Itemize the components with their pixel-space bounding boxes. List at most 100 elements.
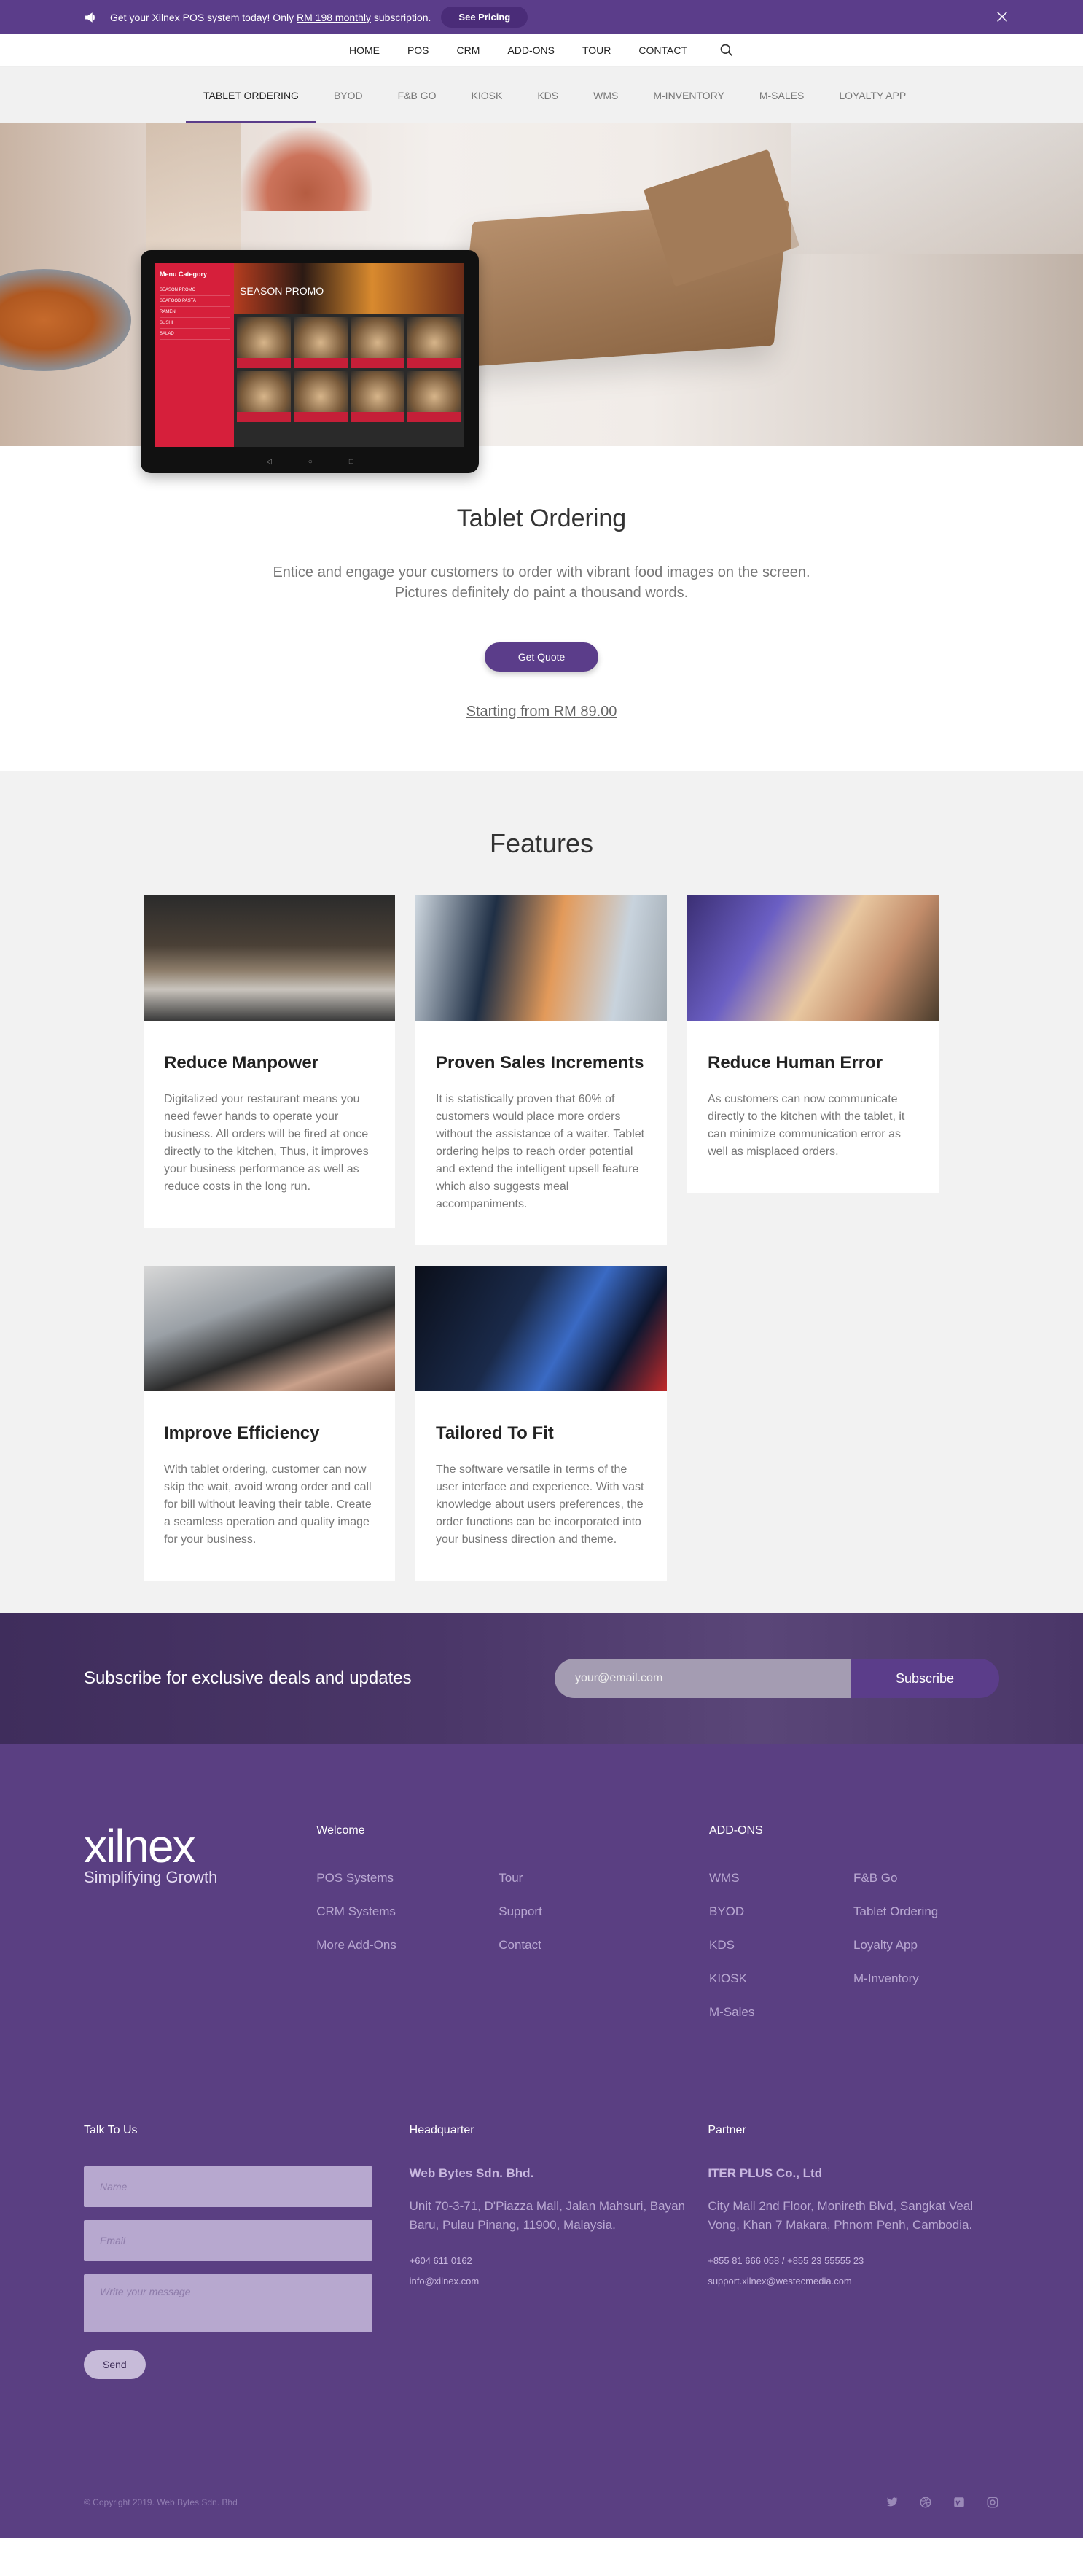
intro-line-1: Entice and engage your customers to orde… <box>273 564 810 580</box>
partner-title: Partner <box>708 2124 746 2136</box>
footer-link-m-sales[interactable]: M-Sales <box>709 2005 853 2020</box>
close-icon[interactable] <box>994 9 1010 25</box>
nav-contact[interactable]: CONTACT <box>638 44 687 56</box>
hq-email[interactable]: info@xilnex.com <box>410 2271 708 2292</box>
feature-card: Proven Sales Increments It is statistica… <box>415 895 667 1245</box>
hero-plate <box>0 269 131 371</box>
footer-link-support[interactable]: Support <box>499 1904 644 1919</box>
subnav-m-sales[interactable]: M-SALES <box>742 67 821 123</box>
feature-image-sales <box>415 895 667 1021</box>
contact-form: Talk To Us Name Email Write your message… <box>84 2124 410 2379</box>
social-links <box>885 2496 999 2509</box>
tablet-food-grid: SEASON PROMO <box>234 263 464 447</box>
nav-tour[interactable]: TOUR <box>582 44 611 56</box>
food-tile <box>237 317 291 368</box>
feature-title: Proven Sales Increments <box>436 1053 644 1073</box>
product-intro: Tablet Ordering Entice and engage your c… <box>0 446 1083 771</box>
main-nav: HOME POS CRM ADD-ONS TOUR CONTACT <box>0 34 1083 67</box>
subscribe-button[interactable]: Subscribe <box>851 1659 999 1698</box>
megaphone-icon <box>85 12 95 23</box>
footer-addons-title: ADD-ONS <box>709 1824 763 1837</box>
tablet-side-item: SALAD <box>160 329 230 340</box>
footer-link-kds[interactable]: KDS <box>709 1938 853 1953</box>
food-tile <box>407 317 461 368</box>
nav-home[interactable]: HOME <box>349 44 380 56</box>
instagram-icon[interactable] <box>986 2496 999 2509</box>
partner-company: ITER PLUS Co., Ltd <box>708 2166 823 2180</box>
feature-image-tablet <box>687 895 939 1021</box>
send-button[interactable]: Send <box>84 2350 146 2379</box>
message-field[interactable]: Write your message <box>84 2274 372 2332</box>
subnav-tablet-ordering[interactable]: TABLET ORDERING <box>186 67 316 123</box>
subscribe-title: Subscribe for exclusive deals and update… <box>84 1668 412 1688</box>
footer-link-fb-go[interactable]: F&B Go <box>853 1871 999 1886</box>
feature-card: Improve Efficiency With tablet ordering,… <box>144 1266 395 1581</box>
subnav-fb-go[interactable]: F&B GO <box>380 67 454 123</box>
subnav-byod[interactable]: BYOD <box>316 67 380 123</box>
vimeo-icon[interactable] <box>953 2496 966 2509</box>
subscribe-banner: Subscribe for exclusive deals and update… <box>0 1613 1083 1744</box>
hq-phone[interactable]: +604 611 0162 <box>410 2251 708 2271</box>
feature-text: The software versatile in terms of the u… <box>436 1463 644 1546</box>
feature-title: Reduce Manpower <box>164 1053 319 1073</box>
tablet-nav-buttons: ◁ ○ □ <box>141 458 479 466</box>
see-pricing-button[interactable]: See Pricing <box>441 7 528 28</box>
footer-link-byod[interactable]: BYOD <box>709 1904 853 1919</box>
tablet-sidebar: Menu Category SEASON PROMO SEAFOOD PASTA… <box>155 263 234 447</box>
subnav-m-inventory[interactable]: M-INVENTORY <box>636 67 742 123</box>
subnav-kds[interactable]: KDS <box>520 67 576 123</box>
twitter-icon[interactable] <box>885 2496 899 2509</box>
footer: xilnex Simplifying Growth Welcome POS Sy… <box>0 1744 1083 2538</box>
partner-info: Partner ITER PLUS Co., Ltd City Mall 2nd… <box>708 2124 999 2379</box>
footer-link-kiosk[interactable]: KIOSK <box>709 1972 853 1986</box>
footer-link-contact[interactable]: Contact <box>499 1938 644 1953</box>
footer-link-crm-systems[interactable]: CRM Systems <box>316 1904 499 1919</box>
feature-text: With tablet ordering, customer can now s… <box>164 1463 372 1546</box>
footer-addons: ADD-ONS WMS F&B Go BYOD Tablet Ordering … <box>709 1824 999 2020</box>
footer-link-tour[interactable]: Tour <box>499 1871 644 1886</box>
email-field[interactable]: Email <box>84 2220 372 2261</box>
headquarter-info: Headquarter Web Bytes Sdn. Bhd. Unit 70-… <box>410 2124 708 2379</box>
food-tile <box>237 371 291 422</box>
subnav-kiosk[interactable]: KIOSK <box>454 67 520 123</box>
footer-link-more-add-ons[interactable]: More Add-Ons <box>316 1938 499 1953</box>
footer-link-tablet-ordering[interactable]: Tablet Ordering <box>853 1904 999 1919</box>
promo-price-link[interactable]: RM 198 monthly <box>297 12 371 23</box>
features-title: Features <box>489 828 594 858</box>
search-icon[interactable] <box>719 43 734 58</box>
footer-link-m-inventory[interactable]: M-Inventory <box>853 1972 999 1986</box>
feature-title: Tailored To Fit <box>436 1423 554 1443</box>
partner-phone[interactable]: +855 81 666 058 / +855 23 55555 23 <box>708 2251 999 2271</box>
get-quote-button[interactable]: Get Quote <box>484 642 599 672</box>
tablet-screen: Menu Category SEASON PROMO SEAFOOD PASTA… <box>155 263 464 447</box>
feature-card: Reduce Manpower Digitalized your restaur… <box>144 895 395 1228</box>
footer-welcome-title: Welcome <box>316 1824 365 1837</box>
feature-text: Digitalized your restaurant means you ne… <box>164 1093 369 1193</box>
partner-email[interactable]: support.xilnex@westecmedia.com <box>708 2271 999 2292</box>
footer-link-loyalty-app[interactable]: Loyalty App <box>853 1938 999 1953</box>
footer-link-wms[interactable]: WMS <box>709 1871 853 1886</box>
feature-image-computer <box>415 1266 667 1391</box>
promo-text: Get your Xilnex POS system today! Only R… <box>110 11 431 23</box>
starting-price-link[interactable]: Starting from RM 89.00 <box>0 704 1083 720</box>
tablet-side-item: SEAFOOD PASTA <box>160 296 230 307</box>
subscribe-email-input[interactable]: your@email.com <box>555 1659 851 1698</box>
dribbble-icon[interactable] <box>919 2496 932 2509</box>
hero-utensils <box>241 123 372 211</box>
subnav-loyalty-app[interactable]: LOYALTY APP <box>821 67 923 123</box>
partner-address: City Mall 2nd Floor, Monireth Blvd, Sang… <box>708 2199 974 2232</box>
food-tile <box>351 317 404 368</box>
footer-link-pos-systems[interactable]: POS Systems <box>316 1871 499 1886</box>
home-icon: ○ <box>308 458 313 466</box>
nav-crm[interactable]: CRM <box>457 44 480 56</box>
tablet-promo-banner: SEASON PROMO <box>234 263 464 314</box>
tablet-device: Menu Category SEASON PROMO SEAFOOD PASTA… <box>141 250 479 473</box>
name-field[interactable]: Name <box>84 2166 372 2207</box>
xilnex-logo[interactable]: xilnex Simplifying Growth <box>84 1823 316 2020</box>
copyright: © Copyright 2019. Web Bytes Sdn. Bhd <box>84 2497 238 2507</box>
feature-title: Improve Efficiency <box>164 1423 320 1443</box>
nav-add-ons[interactable]: ADD-ONS <box>507 44 555 56</box>
nav-pos[interactable]: POS <box>407 44 429 56</box>
feature-card: Reduce Human Error As customers can now … <box>687 895 939 1193</box>
subnav-wms[interactable]: WMS <box>576 67 636 123</box>
